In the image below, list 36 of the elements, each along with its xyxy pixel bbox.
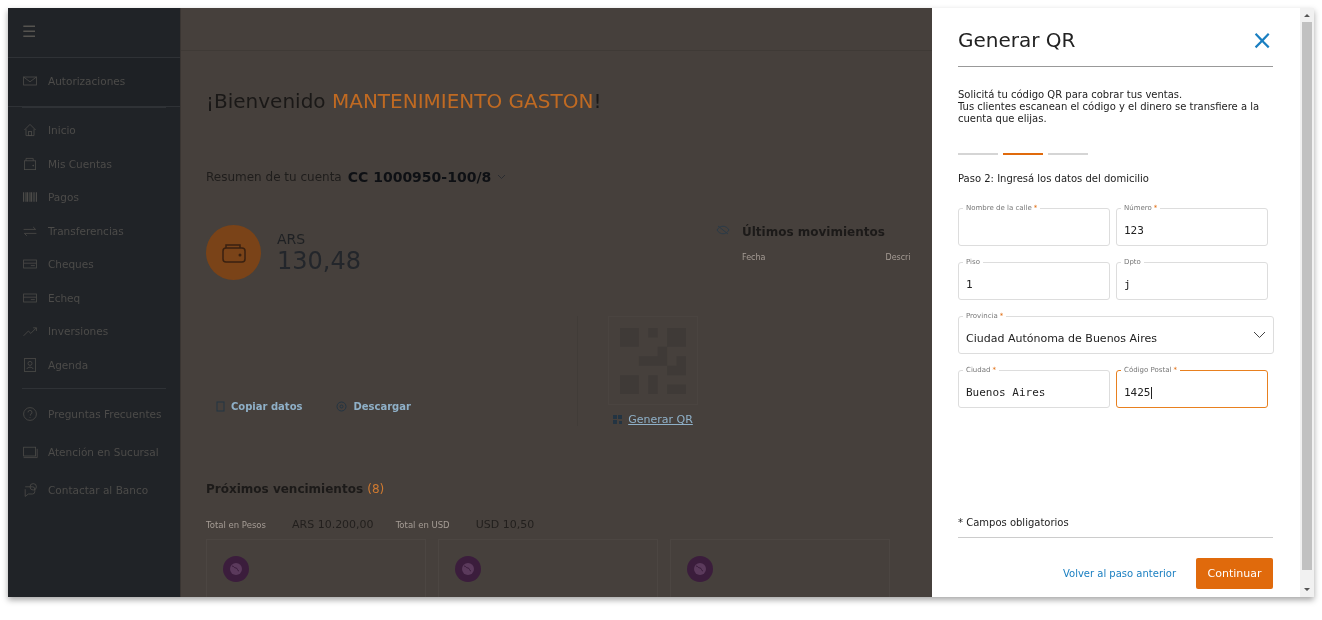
globe-icon xyxy=(687,556,713,582)
column-header: Descri xyxy=(885,253,911,262)
step-label: Paso 2: Ingresá los datos del domicilio xyxy=(958,173,1150,184)
due-card[interactable] xyxy=(670,539,890,597)
column-header: Fecha xyxy=(742,253,766,262)
back-link[interactable]: Volver al paso anterior xyxy=(1062,568,1176,579)
due-card[interactable] xyxy=(438,539,658,597)
description-text: Tus clientes escanean el código y el dinero se transfiere a la cuenta que elijas. xyxy=(958,101,1261,125)
due-card[interactable] xyxy=(206,539,426,597)
total-label: Total en Pesos xyxy=(206,520,266,530)
chat-icon xyxy=(22,481,38,498)
modal-title: Generar QR xyxy=(958,28,1076,52)
close-icon[interactable]: × xyxy=(1251,30,1273,50)
menu-icon[interactable]: ☰ xyxy=(8,8,180,57)
house-icon xyxy=(22,122,38,139)
wallet-icon xyxy=(22,155,38,172)
question-icon xyxy=(22,405,38,422)
qr-icon xyxy=(613,415,623,424)
description-text: Solicitá tu código QR para cobrar tus ventas. xyxy=(958,89,1184,101)
account-number[interactable]: CC 1000950-100/8 xyxy=(347,169,492,185)
contact-icon xyxy=(22,356,38,373)
scrollbar[interactable] xyxy=(1300,8,1314,597)
total-label: Total en USD xyxy=(395,520,450,530)
generate-qr-link[interactable]: Generar QR xyxy=(613,413,693,426)
wallet-icon xyxy=(220,241,247,264)
required-note: * Campos obligatorios xyxy=(958,517,1273,538)
chevron-down-icon[interactable] xyxy=(497,174,507,180)
action-link[interactable]: Descargar xyxy=(336,401,411,412)
chevron-down-icon xyxy=(1253,331,1266,339)
globe-icon xyxy=(223,556,249,582)
eye-slash-icon[interactable] xyxy=(716,225,730,235)
download-icon xyxy=(336,401,348,412)
copy-icon xyxy=(216,401,225,412)
globe-icon xyxy=(455,556,481,582)
continue-button[interactable]: Continuar xyxy=(1196,558,1273,589)
action-link[interactable]: Copiar datos xyxy=(216,401,303,412)
